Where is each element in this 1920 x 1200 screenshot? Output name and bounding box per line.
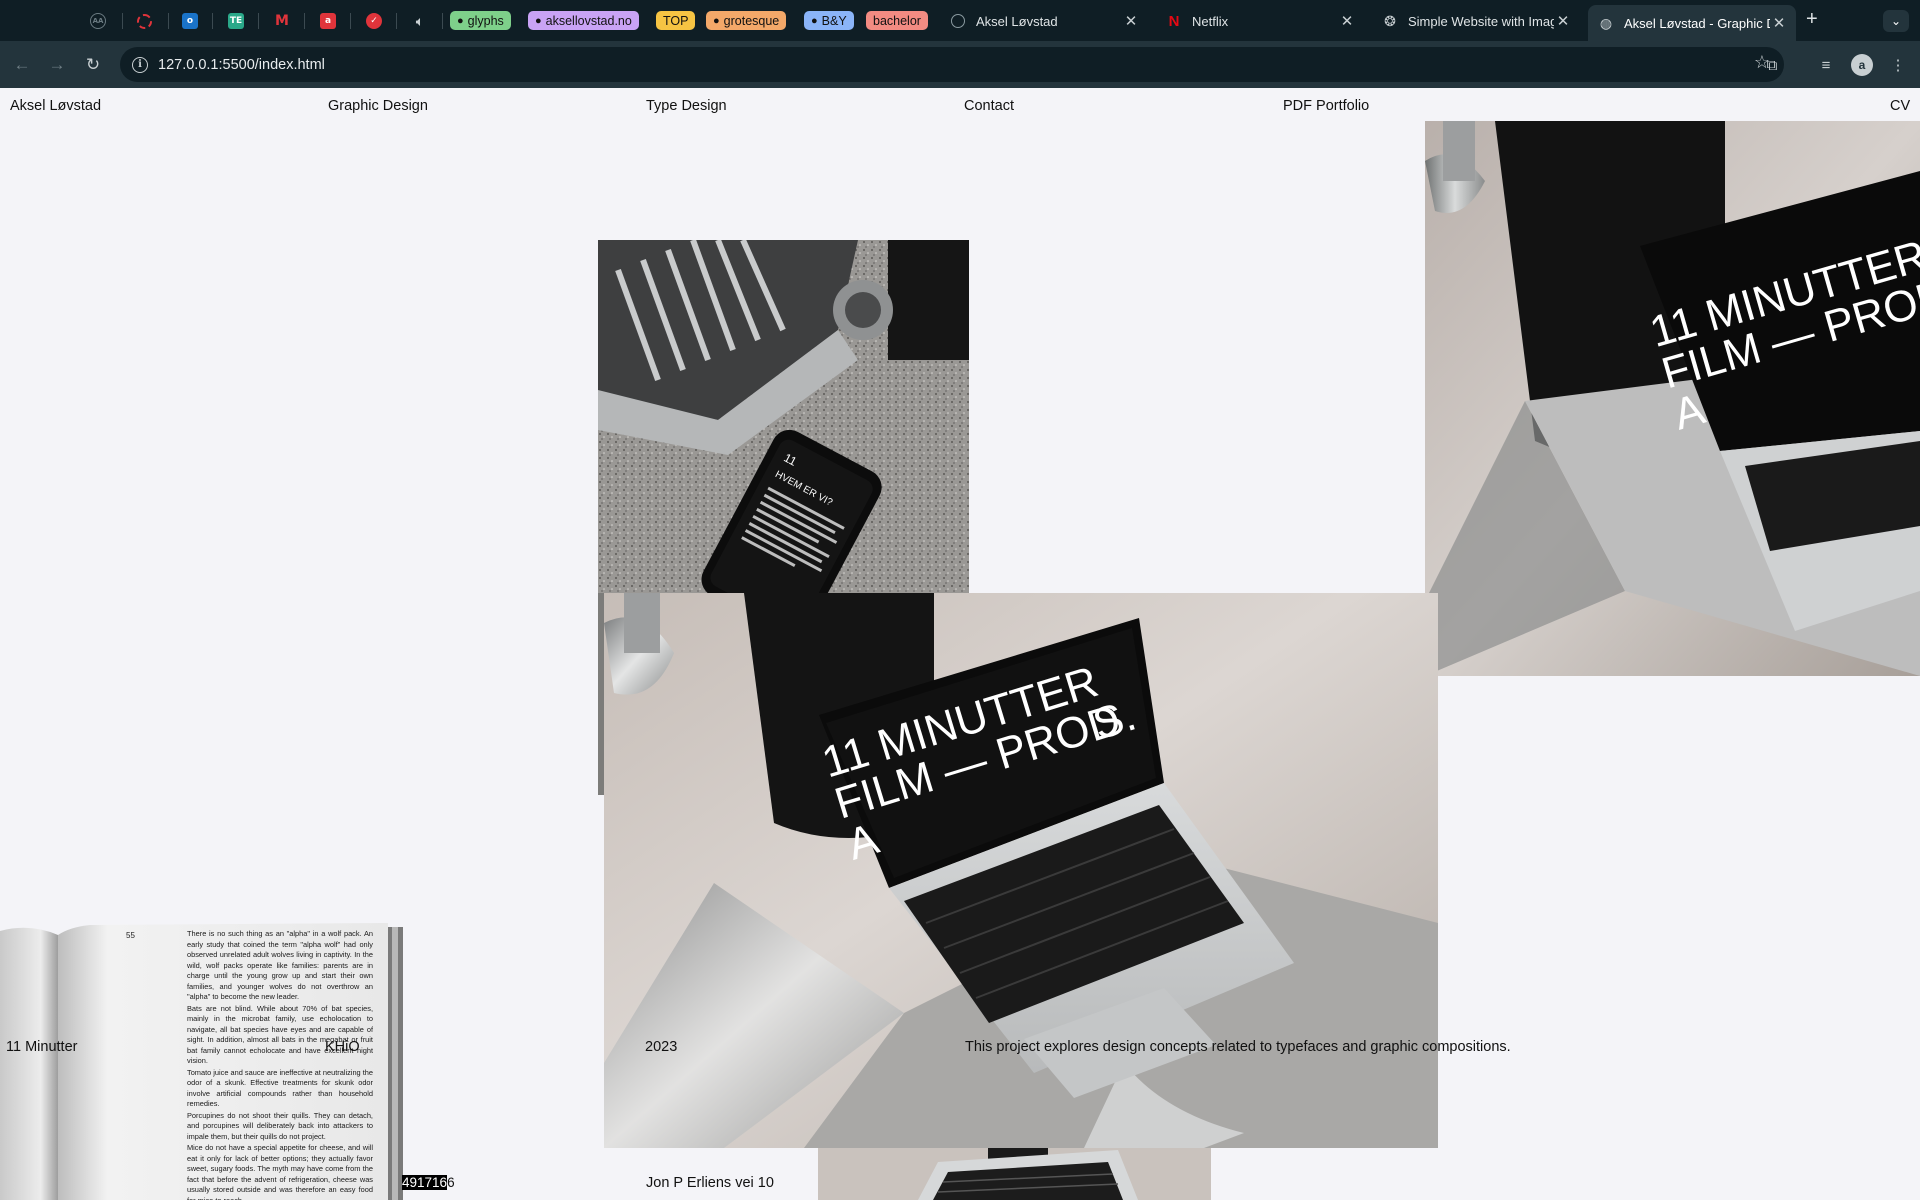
gmail-icon[interactable]: M [270, 9, 294, 33]
tab-group-label: TOP [663, 13, 689, 28]
new-tab-icon[interactable]: + [1806, 8, 1818, 31]
tab-group-label: bachelor [873, 13, 921, 28]
nav-pdf-portfolio-link[interactable]: PDF Portfolio [1283, 98, 1369, 114]
project-title[interactable]: 11 Minutter [6, 1039, 77, 1055]
tab-title: Aksel Løvstad [976, 13, 1058, 29]
outlook-icon[interactable]: o [178, 9, 202, 33]
globe-icon: ◍ [1599, 14, 1613, 31]
nav-type-design-link[interactable]: Type Design [646, 98, 727, 114]
nav-graphic-design-link[interactable]: Graphic Design [328, 98, 428, 114]
reload-icon[interactable]: ↻ [81, 53, 105, 77]
phone-text: 6 [447, 1175, 455, 1190]
app-icon[interactable]: a [316, 9, 340, 33]
contact-address: Jon P Erliens vei 10 [646, 1175, 774, 1191]
browser-tab-bar: AA o TE M a ✓ 🔈︎ ● glyphs ● aksellovstad.n… [0, 0, 1920, 41]
tab-group-label: B&Y [821, 13, 847, 28]
tab-group-aksellovstad[interactable]: ● aksellovstad.no [528, 11, 639, 30]
tab-group-by[interactable]: ● B&Y [804, 11, 854, 30]
menu-kebab-icon[interactable]: ⋮ [1886, 53, 1910, 77]
opera-icon[interactable] [132, 9, 156, 33]
extensions-icon[interactable]: ⧉ [1760, 53, 1784, 77]
tab-divider [212, 13, 213, 29]
media-queue-icon[interactable]: ≡ [1814, 53, 1838, 77]
close-icon[interactable]: ✕ [1554, 12, 1572, 30]
tab-group-grotesque[interactable]: ● grotesque [706, 11, 787, 30]
tab-group-label: aksellovstad.no [545, 13, 632, 28]
project-year: 2023 [645, 1039, 678, 1055]
tab-search-chevron-icon[interactable]: ⌄ [1883, 10, 1909, 32]
tab-title: Aksel Løvstad - Graphic D [1624, 15, 1770, 31]
tab-divider [304, 13, 305, 29]
browser-toolbar: ← → ↻ i 127.0.0.1:5500/index.html ☆ ⧉ ≡ … [0, 41, 1920, 88]
tab-group-bachelor[interactable]: bachelor [866, 11, 928, 30]
github-icon: ● [457, 14, 464, 27]
back-arrow-icon[interactable]: ← [10, 53, 34, 77]
tab-group-top[interactable]: TOP [656, 11, 696, 30]
tab-aksel-lovstad[interactable]: Aksel Løvstad ✕ [940, 5, 1148, 37]
nav-cv-link[interactable]: CV [1890, 98, 1910, 114]
github-icon: ● [713, 14, 720, 27]
tab-simple-website[interactable]: ❂ Simple Website with Imag ✕ [1372, 5, 1580, 37]
book-paragraph: Bats are not blind. While about 70% of b… [187, 1003, 373, 1066]
speaker-icon[interactable]: 🔈︎ [408, 9, 432, 33]
laptop-photo-right[interactable]: 11 MINUTTER FILM — PROD A [1425, 121, 1920, 676]
project-client: KHiO [325, 1039, 360, 1055]
book-paragraph: Mice do not have a special appetite for … [187, 1143, 373, 1200]
project-description: This project explores design concepts re… [965, 1039, 1511, 1055]
book-page-number: 55 [126, 931, 135, 940]
tab-divider [442, 13, 443, 29]
tab-divider [396, 13, 397, 29]
phone-espresso-photo[interactable]: 11 HVEM ER VI? [598, 240, 969, 593]
laptop-photo-main[interactable]: 11 MINUTTER FILM — PROD A S. [604, 593, 1438, 1148]
profile-avatar[interactable]: a [1851, 54, 1873, 76]
tab-title: Netflix [1192, 13, 1229, 29]
address-bar[interactable]: i 127.0.0.1:5500/index.html ☆ [120, 47, 1784, 82]
github-icon: ● [535, 14, 542, 27]
book-paragraph: Tomato juice and sauce are ineffective a… [187, 1067, 373, 1109]
book-photo[interactable]: 55 There is no such thing as an "alpha" … [0, 923, 403, 1200]
tab-title: Simple Website with Imag [1408, 13, 1554, 29]
tab-divider [350, 13, 351, 29]
tab-group-glyphs[interactable]: ● glyphs [450, 11, 511, 30]
tab-netflix[interactable]: N Netflix ✕ [1156, 5, 1364, 37]
nav-contact-link[interactable]: Contact [964, 98, 1014, 114]
aa-icon[interactable]: AA [86, 9, 110, 33]
close-icon[interactable]: ✕ [1122, 12, 1140, 30]
web-page: 11 MINUTTER FILM — PROD A 11 HVEM ER VI?… [0, 88, 1920, 1200]
aa-icon [950, 13, 966, 29]
todoist-icon[interactable]: ✓ [362, 9, 386, 33]
tab-group-label: grotesque [723, 13, 780, 28]
tab-group-label: glyphs [467, 13, 504, 28]
book-paragraph: Porcupines do not shoot their quills. Th… [187, 1110, 373, 1141]
site-info-icon[interactable]: i [132, 56, 148, 73]
netflix-icon: N [1168, 12, 1180, 30]
laptop-photo-bottom[interactable] [818, 1148, 1211, 1200]
forward-arrow-icon[interactable]: → [45, 53, 69, 77]
openai-icon: ❂ [1384, 12, 1396, 29]
tab-aksel-lovstad-graphic[interactable]: ◍ Aksel Løvstad - Graphic D ✕ [1588, 5, 1796, 41]
tab-divider [168, 13, 169, 29]
tab-divider [122, 13, 123, 29]
phone-selected-text: 491716 [402, 1175, 448, 1190]
url-text: 127.0.0.1:5500/index.html [158, 56, 325, 73]
nav-name-link[interactable]: Aksel Løvstad [10, 98, 101, 114]
close-icon[interactable]: ✕ [1338, 12, 1356, 30]
tab-divider [258, 13, 259, 29]
te-icon[interactable]: TE [224, 9, 248, 33]
contact-phone[interactable]: 4917166 [402, 1175, 455, 1190]
github-icon: ● [811, 14, 818, 27]
close-icon[interactable]: ✕ [1770, 14, 1788, 32]
book-paragraph: There is no such thing as an "alpha" in … [187, 929, 373, 1001]
